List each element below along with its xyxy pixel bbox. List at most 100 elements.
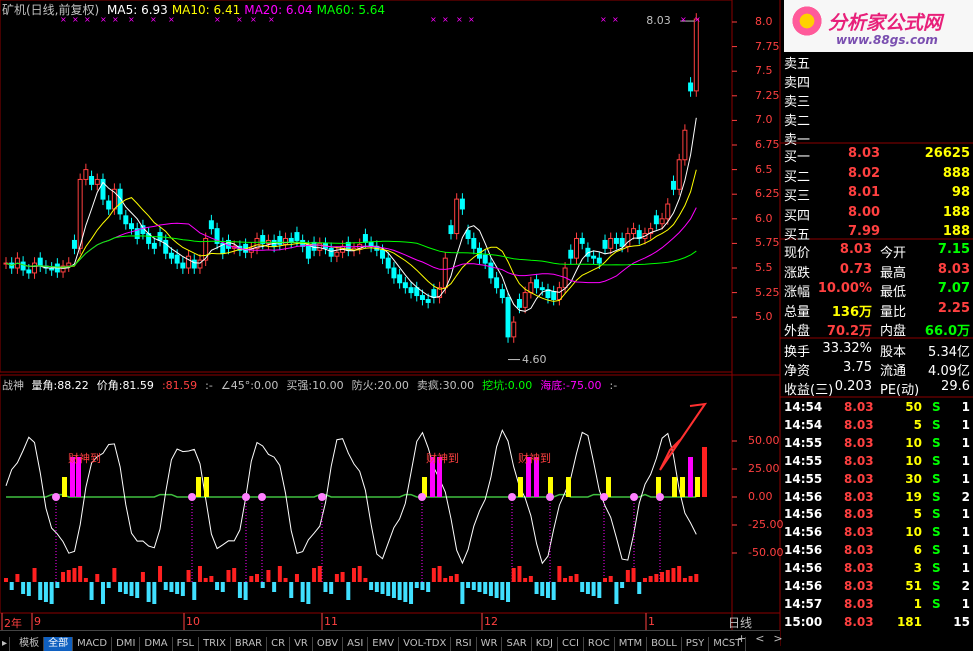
indicator-tab[interactable]: 模板 bbox=[15, 637, 45, 651]
volume-bar bbox=[220, 582, 225, 592]
volume-bar bbox=[380, 582, 385, 594]
tick-side: S bbox=[932, 489, 941, 504]
volume-bar bbox=[289, 582, 294, 598]
indicator-tab[interactable]: RSI bbox=[451, 637, 477, 651]
expand-icon[interactable]: ▸ bbox=[0, 637, 11, 651]
candle-body bbox=[442, 257, 448, 289]
tick-price: 8.03 bbox=[844, 489, 874, 504]
indicator-tab[interactable]: MTM bbox=[615, 637, 648, 651]
indicator-tab[interactable]: OBV bbox=[313, 637, 344, 651]
candle-body bbox=[380, 249, 386, 259]
indicator-tab[interactable]: ROC bbox=[584, 637, 615, 651]
indicator-tab[interactable]: BOLL bbox=[647, 637, 682, 651]
bid-row[interactable]: 买二 8.02 888 bbox=[784, 165, 972, 185]
quote-row: 涨跌 0.73 最高 8.03 bbox=[784, 261, 972, 281]
tick-time: 14:57 bbox=[784, 596, 823, 611]
period-label[interactable]: 日线 bbox=[728, 614, 752, 631]
tick-count: 1 bbox=[961, 543, 970, 558]
indicator-tab[interactable]: KDJ bbox=[532, 637, 558, 651]
indicator-item-label: 海底: bbox=[540, 379, 567, 392]
volume-bar bbox=[209, 576, 214, 582]
volume-bar bbox=[357, 566, 362, 582]
indicator-tab[interactable]: EMV bbox=[368, 637, 400, 651]
indicator-tab[interactable]: CR bbox=[267, 637, 291, 651]
quote-label: 最低 bbox=[880, 285, 907, 300]
volume-bar bbox=[49, 582, 54, 604]
quote-value: 70.2万 bbox=[826, 324, 872, 339]
volume-bar bbox=[631, 568, 636, 582]
brand-banner[interactable]: 分析家公式网 www.88gs.com bbox=[784, 0, 973, 52]
indicator-tab[interactable]: CCI bbox=[558, 637, 584, 651]
price-axis-label: 5.5 bbox=[755, 261, 773, 274]
candle-body bbox=[625, 233, 631, 247]
signal-dot bbox=[656, 493, 664, 501]
nav-button[interactable]: > bbox=[773, 632, 782, 645]
ask-row[interactable]: 卖三 bbox=[784, 90, 972, 110]
bid-row[interactable]: 买一 8.03 26625 bbox=[784, 145, 972, 165]
indicator-tab[interactable]: PSY bbox=[682, 637, 710, 651]
candle-body bbox=[32, 262, 38, 274]
low-price-label: 4.60 bbox=[522, 352, 547, 366]
tick-price: 8.03 bbox=[844, 471, 874, 486]
tick-volume: 30 bbox=[905, 471, 922, 486]
ask-label: 卖二 bbox=[784, 114, 811, 129]
tick-time: 14:56 bbox=[784, 525, 823, 540]
ma-value: 6.04 bbox=[282, 3, 313, 17]
volume-bar bbox=[671, 568, 676, 582]
bid-price: 8.02 bbox=[848, 165, 881, 181]
candle-body bbox=[191, 259, 197, 269]
candle-body bbox=[693, 18, 699, 92]
candle-body bbox=[294, 232, 300, 241]
volume-bar bbox=[15, 574, 20, 582]
tick-volume: 10 bbox=[905, 453, 922, 468]
volume-bar bbox=[43, 582, 48, 602]
nav-button[interactable]: < bbox=[755, 632, 764, 645]
nav-button[interactable]: - bbox=[724, 632, 728, 645]
ask-row[interactable]: 卖二 bbox=[784, 109, 972, 129]
tick-time: 14:56 bbox=[784, 543, 823, 558]
tick-side: S bbox=[932, 543, 941, 558]
ask-row[interactable]: 卖五 bbox=[784, 52, 972, 72]
indicator-tab[interactable]: 全部 bbox=[44, 637, 74, 651]
signal-marker: × bbox=[612, 15, 619, 24]
indicator-tab[interactable]: FSL bbox=[173, 637, 200, 651]
volume-bar bbox=[306, 582, 311, 604]
indicator-tab[interactable]: DMI bbox=[112, 637, 141, 651]
ask-label: 卖三 bbox=[784, 95, 811, 110]
bid-row[interactable]: 买五 7.99 188 bbox=[784, 223, 972, 243]
bid-row[interactable]: 买三 8.01 98 bbox=[784, 184, 972, 204]
bid-row[interactable]: 买四 8.00 188 bbox=[784, 204, 972, 224]
tick-volume: 181 bbox=[896, 614, 922, 629]
indicator-tab[interactable]: MACD bbox=[73, 637, 113, 651]
chart-header: 矿机(日线,前复权) MA5: 6.93 MA10: 6.41 MA20: 6.04… bbox=[2, 1, 385, 18]
volume-bar bbox=[334, 574, 339, 582]
volume-bar bbox=[192, 582, 197, 600]
indicator-tab[interactable]: WR bbox=[477, 637, 503, 651]
volume-bar bbox=[112, 568, 117, 582]
volume-bar bbox=[460, 582, 465, 604]
nav-button[interactable]: + bbox=[737, 632, 746, 645]
volume-bar bbox=[545, 582, 550, 598]
indicator-tab[interactable]: VR bbox=[290, 637, 313, 651]
indicator-tab[interactable]: VOL-TDX bbox=[399, 637, 452, 651]
fundamental-label: 股本 bbox=[880, 345, 907, 360]
signal-marker: × bbox=[468, 15, 475, 24]
volume-bar bbox=[38, 582, 43, 600]
indicator-tab[interactable]: SAR bbox=[502, 637, 532, 651]
volume-bar bbox=[135, 582, 140, 598]
ask-row[interactable]: 卖四 bbox=[784, 71, 972, 91]
tick-row: 14:56 8.03 5 S 1 bbox=[784, 506, 972, 524]
volume-bar bbox=[118, 582, 123, 592]
signal-bar bbox=[688, 457, 693, 497]
volume-bar bbox=[374, 582, 379, 592]
tick-side: S bbox=[932, 507, 941, 522]
candle-body bbox=[425, 298, 431, 303]
volume-bar bbox=[55, 582, 60, 588]
quote-value: 0.73 bbox=[839, 261, 872, 277]
volume-bar bbox=[642, 578, 647, 582]
candle-body bbox=[494, 277, 500, 289]
indicator-tab[interactable]: TRIX bbox=[199, 637, 231, 651]
indicator-tab[interactable]: ASI bbox=[343, 637, 369, 651]
indicator-tab[interactable]: BRAR bbox=[231, 637, 268, 651]
indicator-tab[interactable]: DMA bbox=[140, 637, 173, 651]
